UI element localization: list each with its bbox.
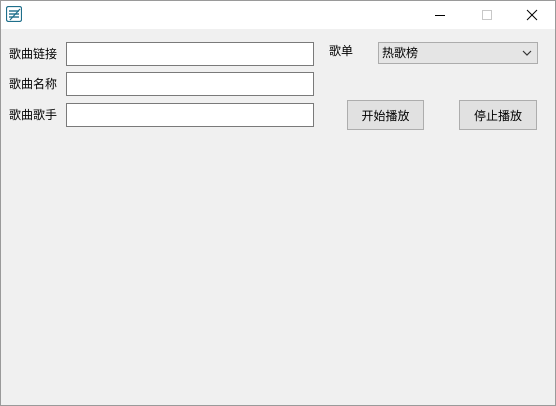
song-link-input[interactable]	[66, 42, 314, 66]
minimize-icon	[435, 15, 445, 16]
song-artist-label: 歌曲歌手	[9, 108, 58, 122]
app-stripes-icon	[6, 6, 22, 22]
stop-play-button[interactable]: 停止播放	[459, 100, 537, 130]
maximize-button[interactable]	[464, 1, 510, 29]
close-button[interactable]	[509, 1, 555, 29]
song-link-label: 歌曲链接	[9, 47, 58, 61]
song-name-label: 歌曲名称	[9, 77, 58, 91]
close-icon	[526, 9, 538, 21]
playlist-dropdown[interactable]: 热歌榜	[378, 42, 538, 64]
playlist-selected-value: 热歌榜	[382, 46, 419, 60]
minimize-button[interactable]	[417, 1, 463, 29]
chevron-down-icon	[522, 50, 532, 56]
title-bar[interactable]	[1, 1, 555, 29]
maximize-icon	[482, 10, 492, 20]
song-name-input[interactable]	[66, 72, 314, 96]
app-window: 歌曲链接 歌曲名称 歌曲歌手 歌单 热歌榜 开始播放 停止播放	[0, 0, 556, 406]
start-play-button[interactable]: 开始播放	[347, 100, 424, 130]
song-artist-input[interactable]	[66, 103, 314, 127]
playlist-label: 歌单	[329, 44, 354, 58]
